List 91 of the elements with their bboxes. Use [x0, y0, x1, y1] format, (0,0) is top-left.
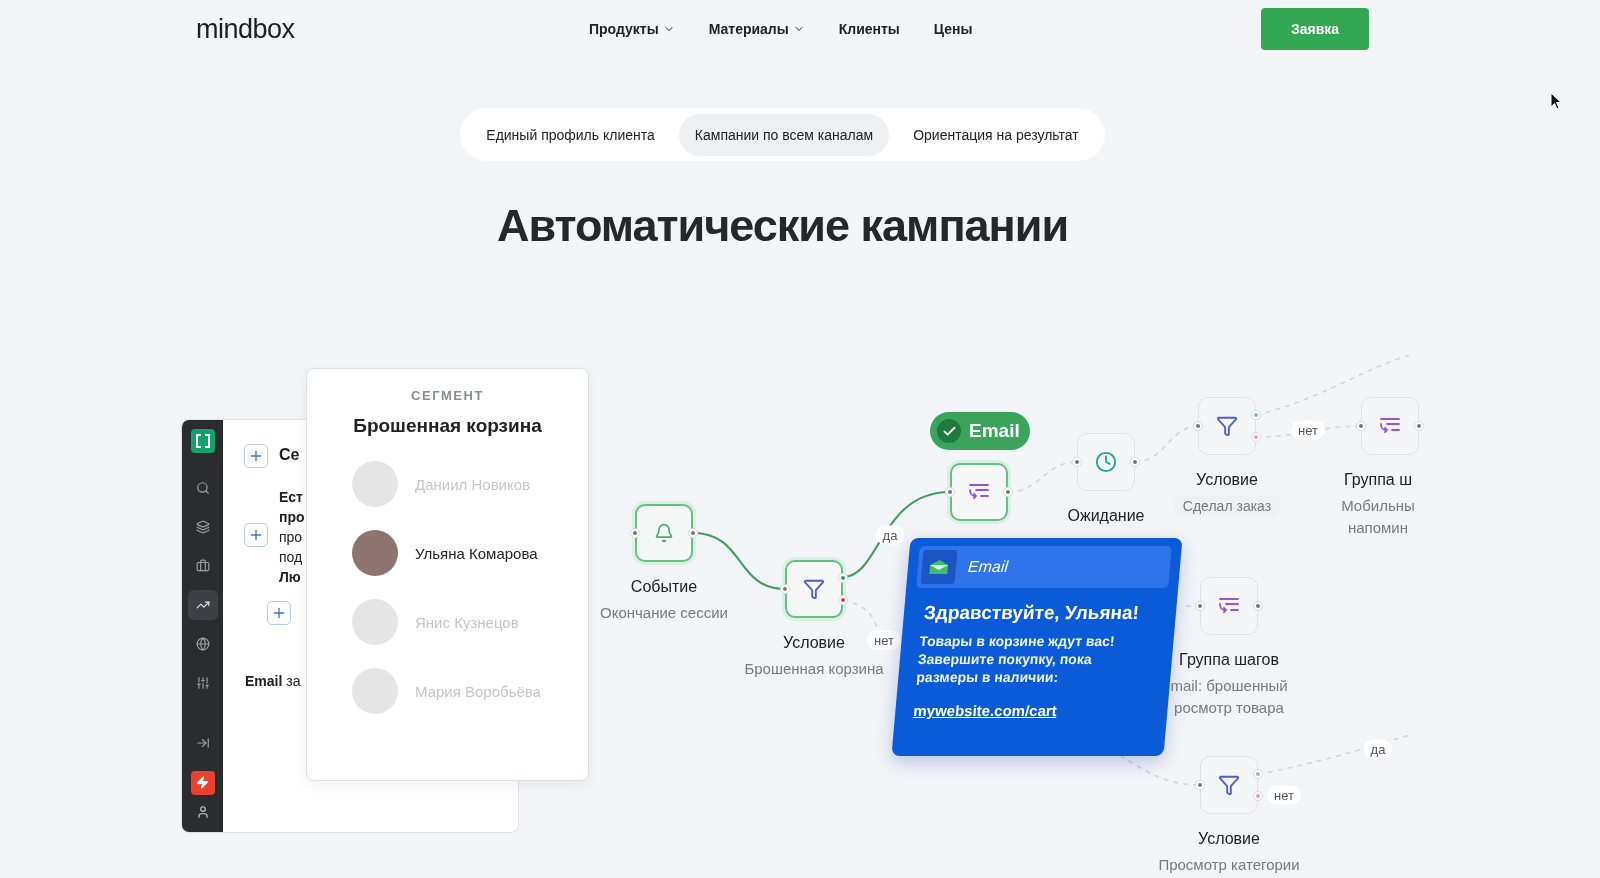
add-button[interactable] [244, 523, 268, 547]
email-link[interactable]: mywebsite.com/cart [912, 702, 1058, 720]
add-button[interactable] [244, 444, 268, 468]
tab[interactable]: Единый профиль клиента [470, 113, 671, 156]
row-text: про [279, 508, 305, 527]
port-dot[interactable] [1193, 421, 1203, 431]
row-text: под [279, 548, 304, 567]
port-dot[interactable] [1003, 487, 1013, 497]
briefcase-icon [195, 558, 210, 573]
port-dot[interactable] [1414, 421, 1424, 431]
nav-link[interactable]: Клиенты [838, 21, 900, 37]
branch-label: да [875, 525, 905, 545]
port-dot[interactable] [1130, 457, 1140, 467]
port-dot[interactable] [1072, 457, 1082, 467]
node-subtitle: mail: брошенный росмотр товара [1170, 676, 1288, 718]
badge-label: Email [969, 420, 1020, 442]
port-dot[interactable] [1253, 769, 1263, 779]
port-dot[interactable] [1356, 421, 1366, 431]
segment-title: Брошенная корзина [353, 415, 542, 437]
port-dot[interactable] [1251, 432, 1261, 442]
node-title: Группа ш [1344, 470, 1412, 490]
node-subtitle: Мобильны напомин [1341, 496, 1415, 538]
node-card[interactable] [785, 560, 843, 618]
filter-icon [1216, 415, 1238, 437]
email-body: Товары в корзине ждут вас! Завершите покупку, пока размеры в наличии: mywebsite.com/cart [911, 632, 1117, 720]
node-card[interactable] [635, 504, 693, 562]
sidebar-item[interactable] [187, 589, 218, 620]
node-subtitle: Брошенная корзина [744, 659, 884, 679]
port-dot[interactable] [838, 573, 848, 583]
node-subtitle: Просмотр категории [1158, 855, 1300, 875]
app-logo-icon[interactable] [190, 429, 215, 453]
layers-icon [195, 519, 210, 534]
nav-link[interactable]: Цены [933, 21, 973, 37]
row-text: Email за [245, 673, 301, 689]
check-icon [937, 419, 961, 443]
plus-icon [248, 448, 264, 464]
node-title: Событие [630, 577, 698, 597]
row-text: Се [279, 446, 300, 464]
filter-icon [803, 578, 825, 600]
steps-icon [967, 482, 991, 502]
plus-icon [271, 605, 287, 621]
add-button[interactable] [267, 601, 291, 625]
port-dot[interactable] [1253, 601, 1263, 611]
cursor-icon [1550, 92, 1562, 110]
node-subtitle: Окончание сессии [600, 603, 728, 623]
node-title: Ожидание [1067, 506, 1145, 526]
port-dot[interactable] [945, 487, 955, 497]
node-title: Условие [1196, 470, 1258, 490]
row-text: Лю [279, 568, 302, 587]
node-subtitle-pill: Сделал заказ [1172, 495, 1282, 517]
steps-icon [1217, 596, 1241, 616]
row-text: про [279, 528, 304, 547]
clock-icon [1095, 451, 1117, 473]
filter-icon [1218, 774, 1240, 796]
port-dot[interactable] [1195, 601, 1205, 611]
port-dot[interactable] [838, 595, 848, 605]
branch-label: нет [1267, 785, 1301, 805]
segment-label: СЕГМЕНТ [411, 388, 484, 403]
port-dot[interactable] [1195, 780, 1205, 790]
node-title: Группа шагов [1179, 650, 1279, 670]
steps-icon [1378, 416, 1402, 436]
sliders-icon [195, 675, 210, 690]
row-text: Ест [279, 488, 304, 507]
bell-icon [654, 523, 674, 543]
email-header-label: Email [967, 558, 1009, 576]
nav-link[interactable]: Материалы [708, 21, 805, 37]
plus-icon [248, 527, 264, 543]
arrow-to-line-icon [195, 736, 210, 750]
node-title: Условие [1198, 829, 1260, 849]
port-dot[interactable] [1251, 410, 1261, 420]
section-heading: Автоматические кампании [496, 199, 1069, 253]
logo[interactable]: mindbox [196, 13, 312, 45]
tab[interactable]: Ориентация на результат [897, 113, 1095, 156]
port-dot[interactable] [1253, 791, 1263, 801]
envelope-icon [920, 550, 958, 584]
branch-label: нет [867, 630, 901, 650]
port-dot[interactable] [630, 528, 640, 538]
port-dot[interactable] [688, 528, 698, 538]
port-dot[interactable] [780, 584, 790, 594]
email-greeting: Здравствуйте, Ульяна! [922, 602, 1141, 624]
globe-icon [195, 636, 210, 651]
search-icon [195, 480, 210, 495]
tab[interactable]: Кампании по всем каналам [678, 113, 890, 156]
person-name[interactable]: Ульяна Комарова [415, 544, 538, 562]
branch-label: да [1363, 739, 1393, 759]
nav-link[interactable]: Продукты [589, 21, 675, 37]
bolt-icon[interactable] [190, 770, 215, 795]
node-title: Условие [783, 633, 845, 653]
branch-label: нет [1291, 420, 1325, 440]
node-card[interactable] [950, 463, 1008, 521]
user-icon[interactable] [195, 804, 210, 819]
